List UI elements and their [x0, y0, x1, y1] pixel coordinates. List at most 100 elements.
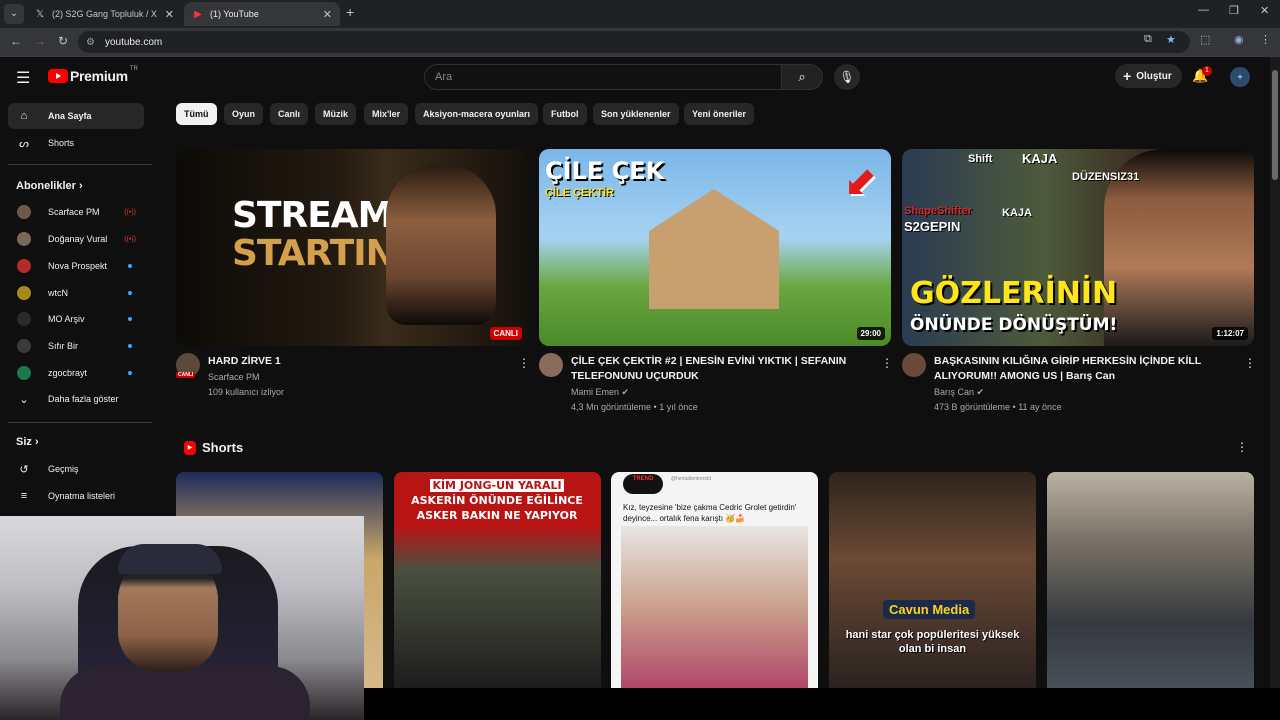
- youtube-premium-logo[interactable]: Premium TR: [48, 66, 138, 84]
- channel-name[interactable]: Barış Can ✔: [934, 387, 984, 398]
- history-icon: ↺: [19, 463, 29, 476]
- chip-action-adventure[interactable]: Aksiyon-macera oyunları: [415, 103, 539, 125]
- menu-icon[interactable]: ☰: [16, 68, 30, 88]
- more-actions-icon[interactable]: ⋮: [518, 356, 530, 370]
- create-label: Oluştur: [1136, 70, 1172, 82]
- chip-gaming[interactable]: Oyun: [224, 103, 264, 125]
- letterbox-bar: [364, 688, 1280, 720]
- shorts-icon: ᔕ: [19, 137, 29, 150]
- youtube-logo-icon: ▶: [194, 8, 202, 20]
- thumbnail-tag: Shift: [968, 153, 993, 165]
- youtube-play-icon: [48, 69, 68, 83]
- forward-icon[interactable]: →: [34, 34, 46, 48]
- short-thumbnail[interactable]: TREND @hertaldentrendd Kız, teyzesine 'b…: [611, 472, 818, 688]
- more-actions-icon[interactable]: ⋮: [1236, 440, 1248, 454]
- restore-icon[interactable]: ❐: [1229, 4, 1239, 17]
- subscriptions-heading[interactable]: Abonelikler ›: [16, 180, 83, 192]
- chevron-down-icon: ⌄: [19, 393, 29, 406]
- chip-live[interactable]: Canlı: [270, 103, 309, 125]
- video-thumbnail[interactable]: Shift KAJA DÜZENSIZ31 ShapeShifter S2GEP…: [902, 149, 1254, 346]
- sidebar-item-shorts[interactable]: ᔕ Shorts: [8, 130, 144, 156]
- video-thumbnail[interactable]: STREAM STARTING CANLI: [176, 149, 528, 346]
- close-window-icon[interactable]: ✕: [1260, 4, 1269, 17]
- channel-avatar[interactable]: [902, 353, 926, 377]
- channel-name[interactable]: Scarface PM: [208, 372, 260, 382]
- sidebar-item-mo-arsiv[interactable]: MO Arşiv: [8, 306, 144, 332]
- short-thumbnail[interactable]: KİM JONG-UN YARALI ASKERİN ÖNÜNDE EĞİLİN…: [394, 472, 601, 688]
- search-input[interactable]: Ara: [424, 64, 782, 90]
- thumbnail-tag: S2GEPIN: [904, 219, 961, 234]
- site-info-icon[interactable]: ⚙: [86, 37, 95, 48]
- sidebar-item-wtcn[interactable]: wtcN: [8, 280, 144, 306]
- bookmark-star-icon[interactable]: ★: [1166, 33, 1176, 46]
- avatar-live-tag: CANLI: [176, 372, 196, 378]
- channel-avatar[interactable]: [539, 353, 563, 377]
- chevron-right-icon: ›: [78, 180, 83, 192]
- sidebar-item-scarface-pm[interactable]: Scarface PM ((•)): [8, 199, 144, 225]
- tab-x[interactable]: 𝕏 (2) S2G Gang Topluluk / X ✕: [26, 2, 182, 26]
- sidebar-item-home[interactable]: ⌂ Ana Sayfa: [8, 103, 144, 129]
- profile-icon[interactable]: ◉: [1234, 33, 1244, 46]
- chip-mixes[interactable]: Mix'ler: [364, 103, 409, 125]
- sidebar-item-label: Daha fazla göster: [48, 394, 119, 404]
- trend-logo: TREND: [623, 474, 663, 494]
- channel-name[interactable]: Mami Emen ✔: [571, 387, 629, 398]
- video-title[interactable]: HARD ZİRVE 1: [208, 354, 498, 369]
- tab-youtube[interactable]: ▶ (1) YouTube ✕: [184, 2, 340, 26]
- sidebar-item-nova-prospekt[interactable]: Nova Prospekt: [8, 253, 144, 279]
- search-icon[interactable]: ⌕: [781, 64, 823, 90]
- playlist-icon: ≡: [20, 490, 28, 502]
- minimize-icon[interactable]: —: [1198, 4, 1209, 16]
- chrome-menu-icon[interactable]: ⋮: [1260, 33, 1271, 46]
- sidebar-item-doganay-vural[interactable]: Doğanay Vural ((•)): [8, 226, 144, 252]
- create-button[interactable]: + Oluştur: [1115, 64, 1182, 88]
- install-icon[interactable]: ⧉: [1144, 33, 1152, 46]
- show-more-button[interactable]: ⌄ Daha fazla göster: [8, 386, 144, 412]
- caption-line: KİM JONG-UN YARALI: [430, 479, 564, 492]
- url-text: youtube.com: [104, 36, 163, 48]
- sidebar-item-playlists[interactable]: ≡ Oynatma listeleri: [8, 483, 144, 509]
- caption-line: ASKER BAKIN NE YAPIYOR: [416, 509, 578, 522]
- close-tab-icon[interactable]: ✕: [165, 8, 174, 21]
- scrollbar-thumb[interactable]: [1272, 70, 1278, 180]
- channel-name-text: Mami Emen: [571, 387, 620, 397]
- sidebar-item-label: Ana Sayfa: [48, 111, 92, 121]
- short-thumbnail[interactable]: [1047, 472, 1254, 688]
- video-meta: 4,3 Mn görüntüleme • 1 yıl önce: [571, 402, 698, 412]
- more-actions-icon[interactable]: ⋮: [881, 356, 893, 370]
- chip-new-to-you[interactable]: Yeni öneriler: [684, 103, 755, 125]
- streamer-photo: [386, 165, 496, 325]
- tab-search-icon[interactable]: ⌄: [4, 4, 24, 24]
- sidebar-item-zgocbrayt[interactable]: zgocbrayt: [8, 360, 144, 386]
- more-actions-icon[interactable]: ⋮: [1244, 356, 1256, 370]
- home-icon: ⌂: [20, 110, 28, 122]
- divider: [8, 164, 152, 165]
- video-title[interactable]: ÇİLE ÇEK ÇEKTİR #2 | ENESİN EVİNİ YIKTIK…: [571, 354, 861, 384]
- account-avatar[interactable]: ✦: [1230, 67, 1250, 87]
- close-tab-icon[interactable]: ✕: [323, 8, 332, 21]
- notification-badge: 1: [1202, 66, 1212, 76]
- address-bar[interactable]: ⚙ youtube.com: [78, 31, 1190, 53]
- chip-football[interactable]: Futbol: [543, 103, 587, 125]
- sidebar-item-history[interactable]: ↺ Geçmiş: [8, 456, 144, 482]
- thumbnail-text: ÇİLE ÇEK: [545, 157, 665, 185]
- reload-icon[interactable]: ↻: [58, 34, 68, 48]
- back-icon[interactable]: ←: [10, 34, 22, 48]
- thumbnail-tag: ShapeShifter: [904, 205, 972, 217]
- thumbnail-text: ÖNÜNDE DÖNÜŞTÜM!: [910, 315, 1118, 335]
- new-content-dot: [128, 371, 132, 375]
- video-title[interactable]: BAŞKASININ KILIĞINA GİRİP HERKESİN İÇİND…: [934, 354, 1224, 384]
- new-tab-button[interactable]: +: [346, 4, 354, 20]
- microphone-icon[interactable]: 🎙: [834, 64, 860, 90]
- video-thumbnail[interactable]: ÇİLE ÇEK ÇİLE ÇEKTİR ⬋ 29:00: [539, 149, 891, 346]
- you-heading[interactable]: Siz ›: [16, 436, 39, 448]
- streamer-cap: [118, 544, 222, 574]
- sidebar-item-sifir-bir[interactable]: Sıfır Bir: [8, 333, 144, 359]
- chip-recently-uploaded[interactable]: Son yüklenenler: [593, 103, 679, 125]
- short-thumbnail[interactable]: Cavun Media hani star çok popüleritesi y…: [829, 472, 1036, 688]
- chip-music[interactable]: Müzik: [315, 103, 357, 125]
- avatar: [17, 259, 31, 273]
- extensions-icon[interactable]: ⬚: [1200, 33, 1210, 46]
- chip-all[interactable]: Tümü: [176, 103, 217, 125]
- live-icon: ((•)): [124, 208, 136, 216]
